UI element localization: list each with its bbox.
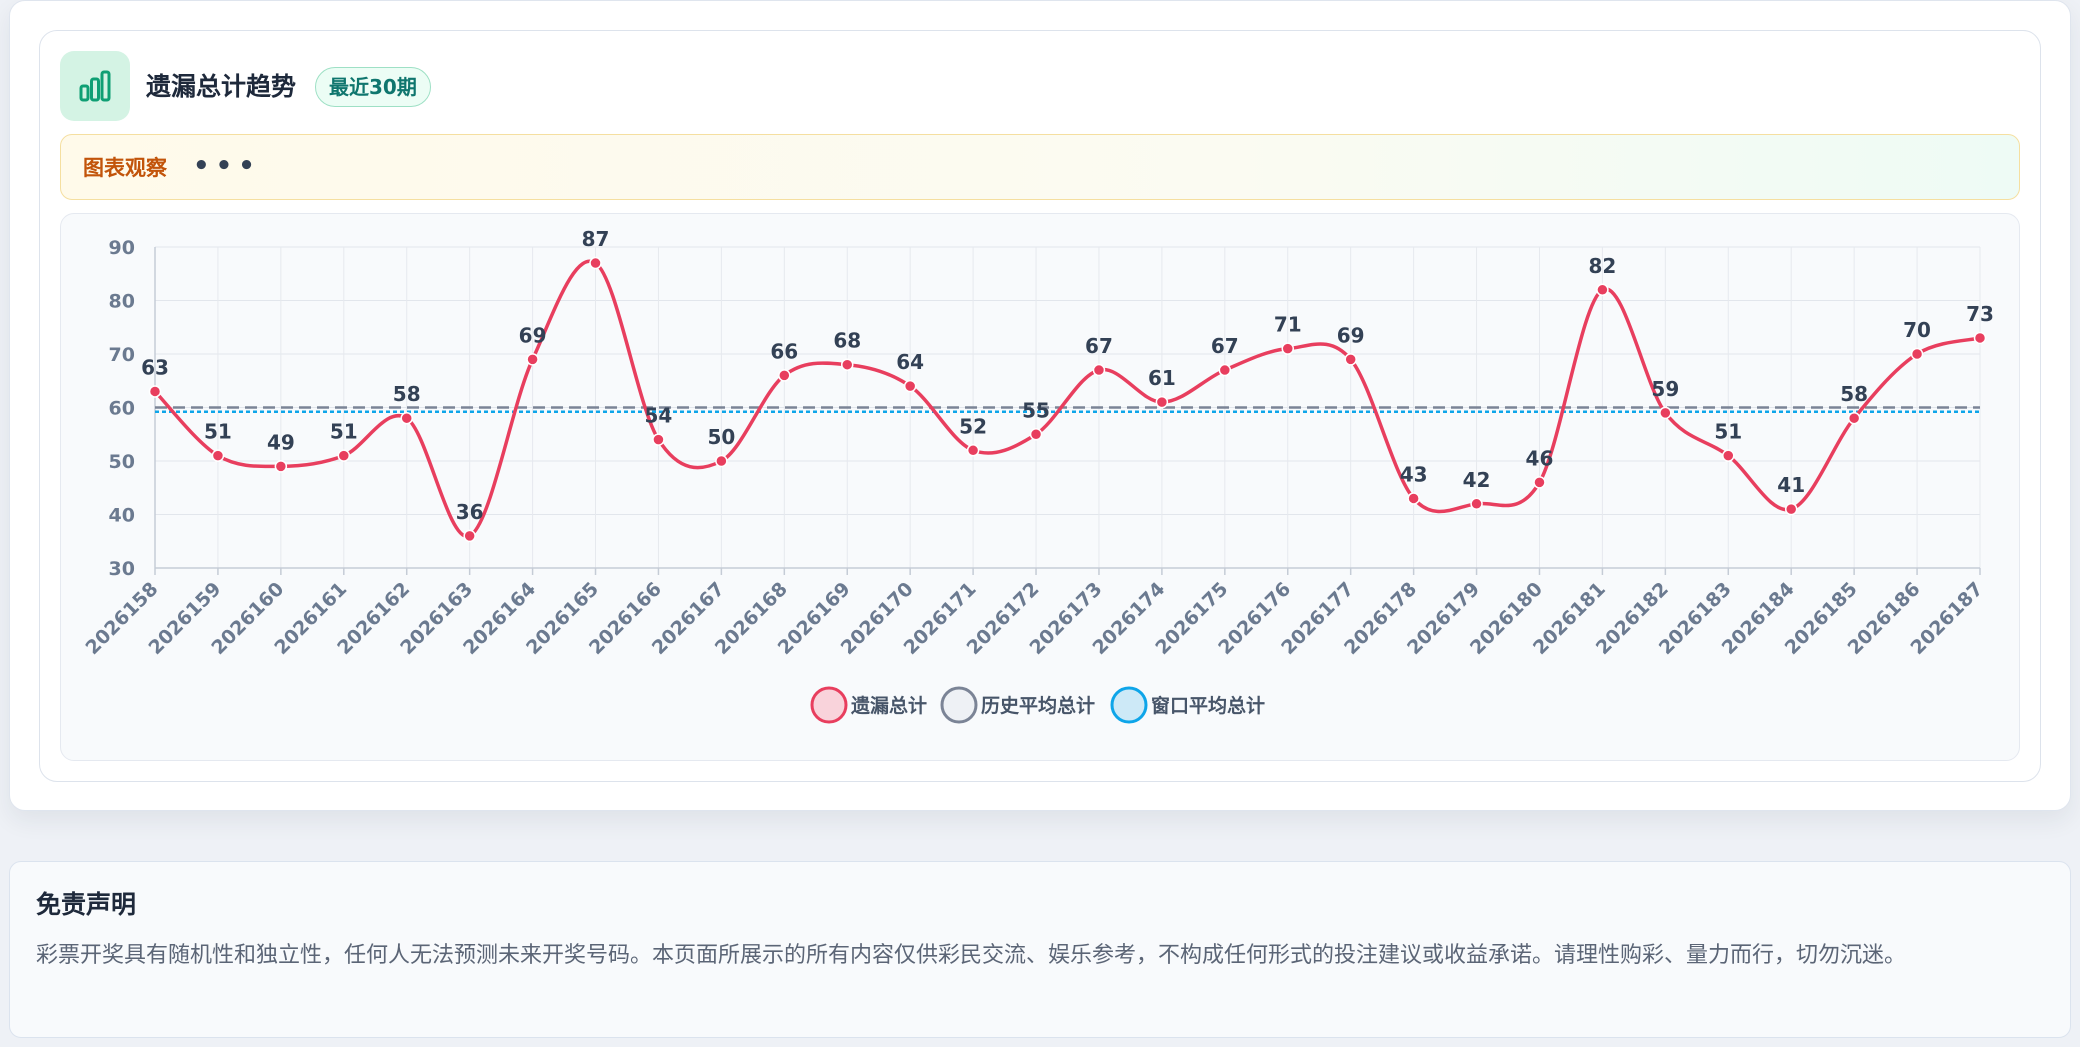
data-point bbox=[1092, 363, 1106, 377]
legend-label: 遗漏总计 bbox=[850, 694, 927, 717]
legend-marker bbox=[940, 686, 978, 724]
data-point bbox=[1155, 395, 1169, 409]
legend-label: 历史平均总计 bbox=[981, 694, 1095, 717]
data-point bbox=[903, 379, 917, 393]
data-point bbox=[400, 411, 413, 425]
disclaimer-title: 免责声明 bbox=[36, 890, 137, 919]
data-label: 36 bbox=[456, 500, 484, 524]
data-point bbox=[589, 256, 602, 270]
data-label: 61 bbox=[1148, 366, 1176, 390]
data-label: 54 bbox=[645, 404, 673, 428]
data-label: 71 bbox=[1274, 313, 1302, 337]
data-label: 87 bbox=[582, 227, 610, 251]
data-label: 46 bbox=[1526, 446, 1554, 470]
data-point bbox=[1659, 406, 1672, 420]
y-tick-label: 70 bbox=[109, 344, 135, 366]
insight-label: 图表观察 bbox=[83, 156, 167, 180]
data-label: 51 bbox=[204, 420, 232, 444]
chart-panel: 30 40 50 60 70 80 90 2026158 2026159 2026160 20261… bbox=[60, 213, 2020, 761]
y-tick-label: 80 bbox=[109, 291, 135, 313]
data-label: 63 bbox=[141, 355, 169, 379]
data-point bbox=[1281, 342, 1295, 355]
data-point bbox=[715, 454, 728, 468]
data-point bbox=[1470, 497, 1483, 511]
data-label: 73 bbox=[1966, 302, 1994, 326]
data-label: 51 bbox=[330, 420, 358, 444]
data-label: 58 bbox=[1840, 382, 1868, 406]
legend-marker bbox=[810, 686, 848, 724]
data-point bbox=[1407, 492, 1420, 505]
legend-label: 窗口平均总计 bbox=[1151, 694, 1265, 717]
data-point bbox=[1784, 502, 1798, 516]
data-label: 58 bbox=[393, 382, 421, 406]
data-label: 55 bbox=[1022, 398, 1050, 422]
y-tick-label: 30 bbox=[109, 558, 135, 580]
data-label: 69 bbox=[1337, 323, 1365, 347]
data-point bbox=[1973, 331, 1987, 345]
data-label: 64 bbox=[896, 350, 924, 374]
data-point bbox=[1029, 428, 1043, 441]
data-label: 59 bbox=[1651, 377, 1679, 401]
data-label: 43 bbox=[1400, 462, 1428, 486]
disclaimer-section: 免责声明 彩票开奖具有随机性和独立性，任何人无法预测未来开奖号码。本页面所展示的… bbox=[9, 861, 2071, 1038]
y-tick-label: 60 bbox=[109, 398, 135, 420]
data-point bbox=[274, 460, 288, 473]
data-point bbox=[778, 369, 791, 382]
data-point bbox=[148, 385, 162, 398]
more-dots-icon[interactable]: ••• bbox=[193, 149, 261, 183]
data-point bbox=[966, 444, 980, 457]
page-title: 遗漏总计趋势 bbox=[146, 72, 297, 101]
data-point bbox=[840, 358, 854, 371]
data-point bbox=[652, 433, 665, 446]
series-line-omission-total bbox=[153, 259, 1981, 538]
data-point bbox=[1722, 449, 1735, 462]
data-point bbox=[1596, 283, 1609, 297]
data-point bbox=[1847, 411, 1861, 425]
disclaimer-text: 彩票开奖具有随机性和独立性，任何人无法预测未来开奖号码。本页面所展示的所有内容仅… bbox=[36, 943, 1907, 968]
data-label: 82 bbox=[1588, 254, 1616, 278]
data-point bbox=[211, 449, 225, 462]
data-label: 66 bbox=[770, 339, 798, 363]
data-label: 42 bbox=[1463, 468, 1491, 492]
trend-line-chart: 3040506070809020261582026159202616020261… bbox=[82, 227, 1994, 724]
data-point bbox=[463, 529, 476, 543]
data-label: 70 bbox=[1903, 318, 1931, 342]
insight-bar[interactable]: 图表观察 ••• bbox=[60, 134, 2020, 200]
data-point bbox=[1344, 353, 1357, 366]
data-point bbox=[1533, 476, 1546, 489]
data-point bbox=[1910, 347, 1924, 361]
data-point bbox=[526, 353, 539, 366]
y-tick-label: 50 bbox=[109, 451, 135, 473]
data-label: 50 bbox=[707, 425, 735, 449]
data-label: 67 bbox=[1085, 334, 1113, 358]
data-label: 68 bbox=[833, 329, 861, 353]
y-tick-label: 40 bbox=[109, 505, 135, 527]
bar-chart-icon bbox=[60, 51, 130, 121]
data-label: 49 bbox=[267, 430, 295, 454]
data-label: 52 bbox=[959, 414, 987, 438]
data-point bbox=[337, 449, 351, 462]
legend-marker bbox=[1110, 686, 1148, 724]
y-tick-label: 90 bbox=[109, 237, 135, 259]
data-label: 69 bbox=[519, 323, 547, 347]
data-label: 67 bbox=[1211, 334, 1239, 358]
data-label: 41 bbox=[1777, 473, 1805, 497]
data-point bbox=[1218, 363, 1232, 377]
data-label: 51 bbox=[1714, 420, 1742, 444]
period-badge: 最近30期 bbox=[315, 67, 431, 107]
